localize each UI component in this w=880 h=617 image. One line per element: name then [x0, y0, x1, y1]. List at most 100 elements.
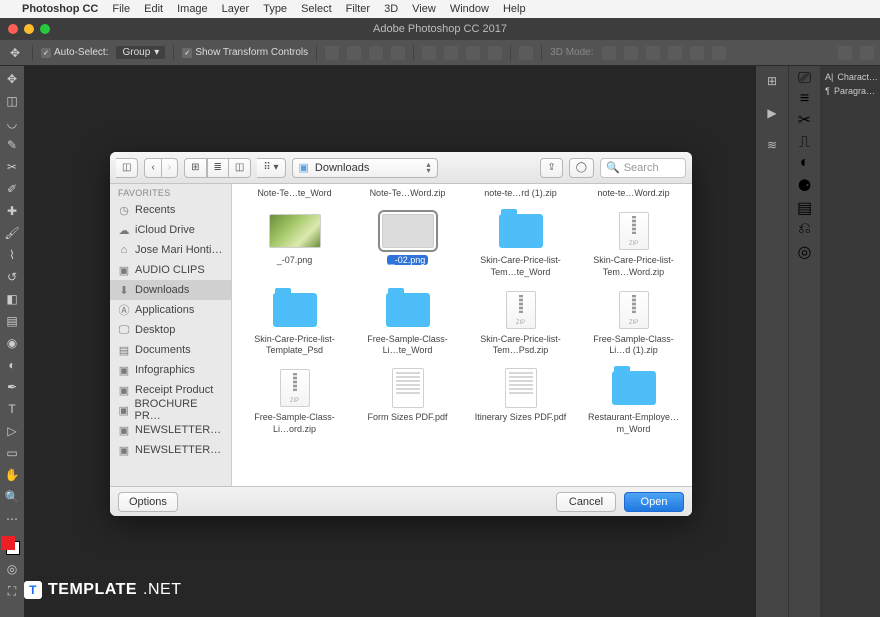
menu-help[interactable]: Help: [503, 3, 526, 15]
menu-type[interactable]: Type: [263, 3, 287, 15]
quick-select-tool-icon[interactable]: ✎: [3, 136, 21, 154]
sidebar-item-newsletter-[interactable]: ▣NEWSLETTER…: [110, 420, 231, 440]
brush-panel-icon[interactable]: ⎍: [799, 134, 810, 152]
sidebar-item-documents[interactable]: ▤Documents: [110, 340, 231, 360]
menu-layer[interactable]: Layer: [222, 3, 250, 15]
sidebar-item-brochure-pr-[interactable]: ▣BROCHURE PR…: [110, 400, 231, 420]
layers-icon[interactable]: ≋: [761, 134, 783, 156]
auto-select-checkbox[interactable]: ✓Auto-Select:: [41, 47, 108, 58]
file-item[interactable]: ZIPFree-Sample-Class-Li…d (1).zip: [579, 286, 688, 357]
libraries-icon[interactable]: ≡: [800, 90, 809, 108]
file-item[interactable]: Skin-Care-Price-list-Template_Psd: [240, 286, 349, 357]
file-item[interactable]: ZIPSkin-Care-Price-list-Tem…Word.zip: [579, 207, 688, 278]
menu-edit[interactable]: Edit: [144, 3, 163, 15]
file-item[interactable]: Free-Sample-Class-Li…te_Word: [353, 286, 462, 357]
forward-button[interactable]: ›: [162, 158, 178, 178]
properties-icon[interactable]: ⎚: [798, 70, 811, 88]
file-item[interactable]: note-te…Word.zip: [579, 188, 688, 199]
sidebar-item-icloud-drive[interactable]: ☁iCloud Drive: [110, 220, 231, 240]
tags-button[interactable]: ◯: [569, 158, 594, 178]
file-item[interactable]: Note-Te…te_Word: [240, 188, 349, 199]
3d-icon[interactable]: [602, 46, 616, 60]
sidebar-item-applications[interactable]: ⒶApplications: [110, 300, 231, 320]
play-icon[interactable]: ▶: [761, 102, 783, 124]
move-tool-icon[interactable]: ✥: [3, 70, 21, 88]
show-transform-checkbox[interactable]: ✓Show Transform Controls: [182, 47, 308, 58]
workspace-icon[interactable]: [860, 46, 874, 60]
back-button[interactable]: ‹: [144, 158, 161, 178]
zoom-tool-icon[interactable]: 🔍: [3, 488, 21, 506]
cancel-button[interactable]: Cancel: [556, 492, 616, 512]
menu-3d[interactable]: 3D: [384, 3, 398, 15]
crop-tool-icon[interactable]: ✂: [3, 158, 21, 176]
sidebar-item-infographics[interactable]: ▣Infographics: [110, 360, 231, 380]
grid-icon[interactable]: ⊞: [761, 70, 783, 92]
distribute-icon[interactable]: [422, 46, 436, 60]
distribute-icon[interactable]: [488, 46, 502, 60]
shape-tool-icon[interactable]: ▭: [3, 444, 21, 462]
options-button[interactable]: Options: [118, 492, 178, 512]
sidebar-item-audio-clips[interactable]: ▣AUDIO CLIPS: [110, 260, 231, 280]
file-grid[interactable]: Note-Te…te_Word Note-Te…Word.zip note-te…r…: [232, 184, 692, 486]
file-item[interactable]: ZIPFree-Sample-Class-Li…ord.zip: [240, 364, 349, 435]
pen-tool-icon[interactable]: ✒: [3, 378, 21, 396]
align-icon[interactable]: [347, 46, 361, 60]
file-item[interactable]: ZIPSkin-Care-Price-list-Tem…Psd.zip: [466, 286, 575, 357]
sidebar-toggle-icon[interactable]: ◫: [116, 158, 138, 178]
more-icon[interactable]: [519, 46, 533, 60]
open-button[interactable]: Open: [624, 492, 684, 512]
dodge-tool-icon[interactable]: ◐: [3, 356, 21, 374]
sidebar-item-newsletter-[interactable]: ▣NEWSLETTER…: [110, 440, 231, 460]
menu-view[interactable]: View: [412, 3, 436, 15]
sidebar-toggle-group[interactable]: ◫: [116, 158, 138, 178]
view-icons-button[interactable]: ⊞: [184, 158, 206, 178]
gradient-tool-icon[interactable]: ▤: [3, 312, 21, 330]
sidebar-item-recents[interactable]: ◷Recents: [110, 200, 231, 220]
menu-filter[interactable]: Filter: [346, 3, 370, 15]
marquee-tool-icon[interactable]: ◫: [3, 92, 21, 110]
3d-icon[interactable]: [690, 46, 704, 60]
path-tool-icon[interactable]: ▷: [3, 422, 21, 440]
3d-icon[interactable]: [712, 46, 726, 60]
sidebar-item-downloads[interactable]: ⬇Downloads: [110, 280, 231, 300]
hand-tool-icon[interactable]: ✋: [3, 466, 21, 484]
tab-character[interactable]: A|Charact…: [820, 70, 880, 84]
3d-icon[interactable]: [646, 46, 660, 60]
menu-window[interactable]: Window: [450, 3, 489, 15]
brush-tool-icon[interactable]: 🖌: [3, 224, 21, 242]
file-item[interactable]: note-te…rd (1).zip: [466, 188, 575, 199]
move-tool-icon[interactable]: ✥: [6, 44, 24, 62]
location-dropdown[interactable]: ▣ Downloads ▴▾: [292, 158, 438, 178]
stamp-tool-icon[interactable]: ⌇: [3, 246, 21, 264]
3d-icon[interactable]: [668, 46, 682, 60]
foreground-color[interactable]: [1, 536, 15, 550]
swatches-icon[interactable]: ⚈: [797, 176, 811, 196]
eyedropper-tool-icon[interactable]: ✐: [3, 180, 21, 198]
healing-tool-icon[interactable]: ✚: [3, 202, 21, 220]
adjust-icon[interactable]: ✂: [798, 110, 811, 130]
edit-toolbar-icon[interactable]: ⋯: [3, 510, 21, 528]
file-item[interactable]: Note-Te…Word.zip: [353, 188, 462, 199]
sidebar-item-desktop[interactable]: 🖵Desktop: [110, 320, 231, 340]
quick-mask-icon[interactable]: ◎: [3, 560, 21, 578]
file-item[interactable]: _-07.png: [240, 207, 349, 278]
view-list-button[interactable]: ≣: [207, 158, 229, 178]
channels-icon[interactable]: ▤: [797, 198, 812, 218]
menubar-app-name[interactable]: Photoshop CC: [22, 3, 98, 15]
search-input[interactable]: 🔍 Search: [600, 158, 686, 178]
file-item[interactable]: Form Sizes PDF.pdf: [353, 364, 462, 435]
type-tool-icon[interactable]: T: [3, 400, 21, 418]
menu-select[interactable]: Select: [301, 3, 332, 15]
blur-tool-icon[interactable]: ◉: [3, 334, 21, 352]
view-columns-button[interactable]: ◫: [229, 158, 251, 178]
sidebar-item-jose-mari-honti-[interactable]: ⌂Jose Mari Honti…: [110, 240, 231, 260]
lasso-tool-icon[interactable]: ◡: [3, 114, 21, 132]
group-by-button[interactable]: ⠿ ▾: [257, 158, 285, 178]
distribute-icon[interactable]: [466, 46, 480, 60]
3d-icon[interactable]: [624, 46, 638, 60]
screen-mode-icon[interactable]: ⛶: [3, 582, 21, 600]
align-icon[interactable]: [325, 46, 339, 60]
file-item[interactable]: Itinerary Sizes PDF.pdf: [466, 364, 575, 435]
auto-select-dropdown[interactable]: Group ▾: [116, 46, 165, 59]
paths-icon[interactable]: ⎌: [798, 220, 811, 238]
